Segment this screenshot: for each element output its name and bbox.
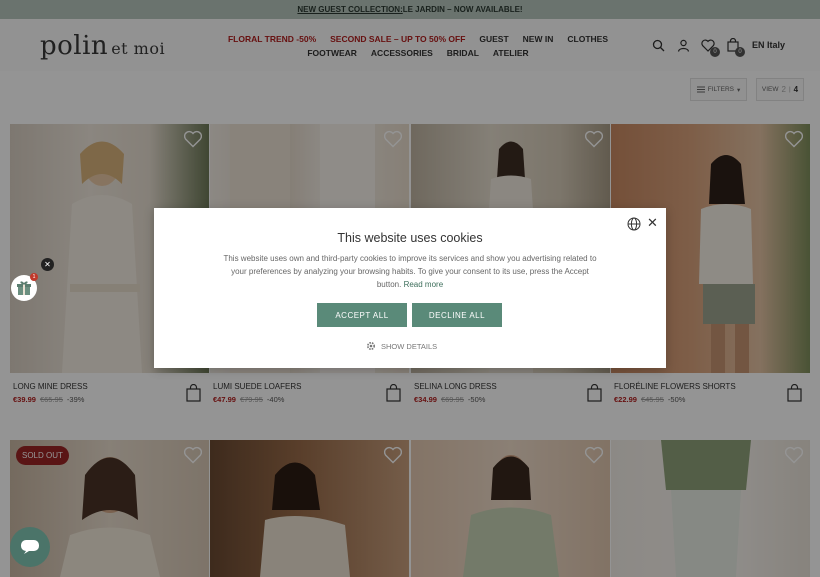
chat-icon bbox=[21, 540, 39, 554]
cookie-title: This website uses cookies bbox=[337, 231, 483, 245]
decline-all-button[interactable]: DECLINE ALL bbox=[412, 303, 502, 327]
close-icon[interactable]: ✕ bbox=[647, 215, 658, 231]
show-details-toggle[interactable]: SHOW DETAILS bbox=[366, 341, 437, 351]
close-gift-icon[interactable]: ✕ bbox=[41, 258, 54, 271]
gift-icon bbox=[17, 281, 31, 295]
gift-notification-badge: 1 bbox=[30, 273, 38, 281]
cookie-consent-dialog: ✕ This website uses cookies This website… bbox=[154, 208, 666, 368]
globe-icon[interactable] bbox=[627, 217, 641, 231]
cookie-text: This website uses own and third-party co… bbox=[220, 252, 600, 291]
chat-button[interactable] bbox=[10, 527, 50, 567]
show-details-label: SHOW DETAILS bbox=[381, 341, 438, 351]
read-more-link[interactable]: Read more bbox=[404, 280, 444, 289]
gear-icon bbox=[366, 341, 376, 351]
accept-all-button[interactable]: ACCEPT ALL bbox=[317, 303, 407, 327]
